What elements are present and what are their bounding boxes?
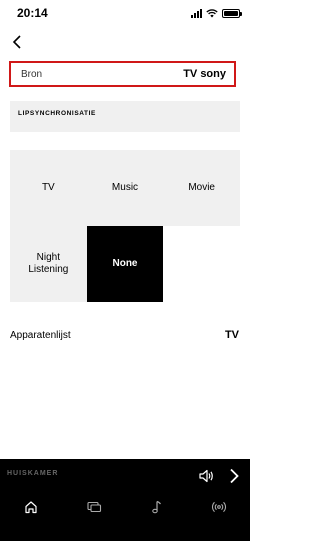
room-name: HUISKAMER — [7, 470, 59, 477]
devices-icon — [87, 501, 101, 513]
status-time: 20:14 — [17, 6, 48, 20]
home-icon — [25, 501, 37, 514]
mode-night-label-line1: Night — [36, 252, 60, 263]
tab-music[interactable] — [125, 492, 188, 522]
status-icons — [191, 8, 242, 18]
volume-icon[interactable] — [198, 468, 214, 484]
now-playing-bar[interactable]: HUISKAMER — [0, 459, 250, 492]
mode-movie-label: Movie — [188, 182, 215, 193]
tab-home[interactable] — [0, 492, 63, 522]
lipsync-row[interactable]: LIPSYNCHRONISATIE — [10, 101, 240, 132]
mode-none-button[interactable]: None — [86, 226, 164, 302]
source-row[interactable]: Bron TV sony — [9, 61, 236, 87]
mode-tv-label: TV — [41, 182, 55, 193]
lipsync-label: LIPSYNCHRONISATIE — [18, 110, 96, 117]
audio-mode-grid: TV Music Movie Night Listening None — [10, 150, 240, 302]
battery-icon — [222, 8, 242, 18]
signal-icon — [191, 8, 202, 18]
source-value: TV sony — [183, 68, 226, 80]
mode-music-label: Music — [111, 182, 139, 193]
radio-waves-icon — [211, 501, 226, 513]
chevron-right-icon[interactable] — [228, 468, 240, 484]
wifi-icon — [206, 8, 218, 17]
mode-night-label-line2: Listening — [28, 264, 69, 275]
device-list-value[interactable]: TV — [225, 329, 239, 341]
grid-empty-cell — [163, 226, 240, 302]
tab-devices[interactable] — [63, 492, 126, 522]
mode-music-button[interactable]: Music — [87, 150, 164, 226]
mode-none-label: None — [112, 258, 138, 269]
mode-movie-button[interactable]: Movie — [163, 150, 240, 226]
tab-radio[interactable] — [188, 492, 251, 522]
source-label: Bron — [21, 68, 43, 80]
tab-bar — [0, 492, 250, 541]
mode-night-listening-button[interactable]: Night Listening — [10, 226, 87, 302]
music-note-icon — [152, 500, 162, 514]
back-chevron-icon[interactable] — [10, 34, 26, 50]
device-list-label[interactable]: Apparatenlijst — [10, 330, 71, 341]
mode-tv-button[interactable]: TV — [10, 150, 87, 226]
